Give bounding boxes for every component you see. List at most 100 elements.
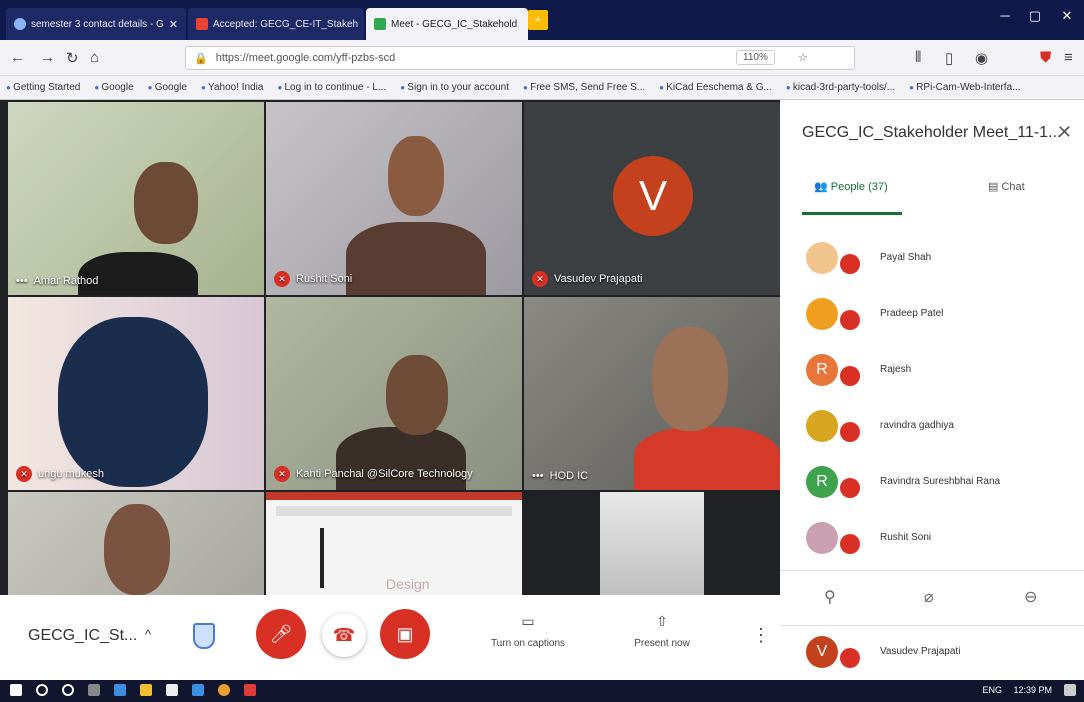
panel-title: GECG_IC_Stakeholder Meet_11-1... (802, 124, 1062, 141)
mic-toggle-button[interactable]: 🎤︎ (256, 609, 306, 659)
language-indicator[interactable]: ENG (982, 685, 1002, 695)
bookmark-item[interactable]: kicad-3rd-party-tools/... (786, 82, 895, 93)
search-icon[interactable] (36, 684, 48, 696)
participant-video (386, 355, 448, 435)
people-icon: 👥 (814, 181, 831, 193)
leave-call-button[interactable]: ☎ (322, 613, 366, 657)
store-icon[interactable] (166, 684, 178, 696)
participant-tile[interactable]: ✕ Rushit Soni (266, 102, 522, 295)
tab-title: Accepted: GECG_CE-IT_Stakeh (213, 18, 359, 30)
mic-off-icon: ✕ (274, 271, 290, 287)
account-icon[interactable]: ◉ (975, 49, 988, 67)
mail-icon[interactable] (192, 684, 204, 696)
remove-participant-icon[interactable]: ⊖ (1024, 587, 1037, 607)
participant-name: ravindra gadhiya (880, 420, 954, 431)
mic-off-icon (840, 534, 860, 554)
participant-video (600, 492, 704, 595)
mic-off-icon: ✕ (16, 466, 32, 482)
library-icon[interactable]: ⫴ (915, 49, 921, 66)
new-tab-icon[interactable]: + (528, 10, 548, 30)
edge-icon[interactable] (114, 684, 126, 696)
maximize-icon[interactable]: ▢ (1020, 8, 1050, 24)
address-bar[interactable]: 🔒 https://meet.google.com/yff-pzbs-scd 1… (185, 46, 855, 70)
bookmark-item[interactable]: Sign in to your account (400, 82, 509, 93)
list-item[interactable]: ravindra gadhiya (806, 406, 1076, 452)
notification-icon[interactable] (1064, 684, 1076, 696)
list-item[interactable]: R Ravindra Sureshbhai Rana (806, 462, 1076, 508)
participant-tile[interactable]: ✕ Kanti Panchal @SilCore Technology (266, 297, 522, 490)
menu-icon[interactable]: ≡ (1064, 49, 1073, 66)
url-text: https://meet.google.com/yff-pzbs-scd (215, 52, 396, 64)
list-item[interactable]: R Rajesh (806, 350, 1076, 396)
bookmark-item[interactable]: Free SMS, Send Free S... (523, 82, 645, 93)
os-taskbar: ENG 12:39 PM (0, 680, 1084, 702)
close-icon[interactable]: ✕ (363, 18, 364, 31)
firefox-icon[interactable] (244, 684, 256, 696)
participant-video (634, 427, 780, 490)
list-item[interactable]: Pradeep Patel (806, 294, 1076, 340)
participant-tile[interactable]: ••• Amar Rathod (8, 102, 264, 295)
reload-icon[interactable]: ↻ (66, 49, 79, 67)
participant-tile[interactable]: ••• HOD IC (524, 297, 780, 490)
mute-participant-icon[interactable]: ⌀ (924, 587, 934, 607)
bookmark-item[interactable]: Yahoo! India (201, 82, 263, 93)
task-view-icon[interactable] (88, 684, 100, 696)
list-item[interactable]: Payal Shah (806, 238, 1076, 284)
participant-name: Vasudev Prajapati (880, 646, 961, 657)
back-icon[interactable]: ← (10, 49, 25, 66)
tab-people[interactable]: 👥 People (37) (814, 180, 888, 193)
camera-toggle-button[interactable]: ▣ (380, 609, 430, 659)
extension-icon[interactable]: ⛊ (1040, 49, 1051, 66)
bookmark-star-icon[interactable]: ☆ (798, 51, 808, 64)
screen-share-tile[interactable]: Design (266, 492, 522, 595)
tab-chat[interactable]: ▤ Chat (988, 180, 1025, 193)
clock[interactable]: 12:39 PM (1013, 685, 1052, 695)
file-explorer-icon[interactable] (140, 684, 152, 696)
mic-off-icon (840, 478, 860, 498)
browser-tab-2[interactable]: Accepted: GECG_CE-IT_Stakeh ✕ (188, 8, 364, 40)
close-icon[interactable]: ✕ (169, 18, 178, 31)
browser-tab-1[interactable]: semester 3 contact details - G ✕ (6, 8, 186, 40)
camera-off-icon: ▣ (396, 624, 414, 644)
presentation-ribbon (266, 492, 522, 500)
list-item[interactable]: Rushit Soni (806, 518, 1076, 564)
chrome-icon[interactable] (218, 684, 230, 696)
browser-tab-bar: semester 3 contact details - G ✕ Accepte… (0, 0, 1084, 40)
slide-text: Design (386, 576, 430, 592)
bookmark-item[interactable]: Getting Started (6, 82, 80, 93)
mic-off-icon (840, 310, 860, 330)
close-icon[interactable]: ✕ (1057, 122, 1072, 143)
minimize-icon[interactable]: ─ (990, 8, 1020, 23)
forward-icon[interactable]: → (40, 49, 55, 66)
list-item[interactable]: V Vasudev Prajapati (806, 632, 1076, 678)
pin-icon[interactable]: ⚲ (824, 587, 836, 607)
avatar (806, 410, 838, 442)
present-now-button[interactable]: ⇧ Present now (612, 613, 712, 649)
participant-tile[interactable] (8, 492, 264, 595)
bookmark-item[interactable]: Google (148, 82, 187, 93)
bookmark-item[interactable]: Log in to continue - L... (277, 82, 387, 93)
sidebar-icon[interactable]: ▯ (945, 49, 953, 67)
participant-name: ✕ Rushit Soni (274, 271, 352, 287)
bookmark-item[interactable]: KiCad Eeschema & G... (659, 82, 772, 93)
bookmark-item[interactable]: Google (94, 82, 133, 93)
meeting-name[interactable]: GECG_IC_St... (28, 627, 137, 645)
windows-start-icon[interactable] (10, 684, 22, 696)
participant-tile[interactable] (524, 492, 780, 595)
chevron-up-icon[interactable]: ^ (145, 627, 151, 642)
window-close-icon[interactable]: ✕ (1052, 8, 1082, 24)
participant-tile[interactable]: V ✕ Vasudev Prajapati (524, 102, 780, 295)
more-options-icon[interactable]: ⋮ (752, 625, 770, 646)
participant-video (134, 162, 198, 244)
browser-tab-3[interactable]: Meet - GECG_IC_Stakehold (366, 8, 528, 40)
home-icon[interactable]: ⌂ (90, 49, 99, 66)
meeting-controls: GECG_IC_St... ^ 🎤︎ ☎ ▣ ▭ Turn on caption… (0, 595, 780, 680)
security-icon[interactable] (193, 623, 215, 649)
zoom-level[interactable]: 110% (736, 50, 775, 65)
hang-up-icon: ☎ (332, 625, 356, 645)
captions-button[interactable]: ▭ Turn on captions (478, 613, 578, 649)
cortana-icon[interactable] (62, 684, 74, 696)
participant-tile[interactable]: ✕ ungu mukesh (8, 297, 264, 490)
mic-off-icon (840, 422, 860, 442)
bookmark-item[interactable]: RPi-Cam-Web-Interfa... (909, 82, 1020, 93)
